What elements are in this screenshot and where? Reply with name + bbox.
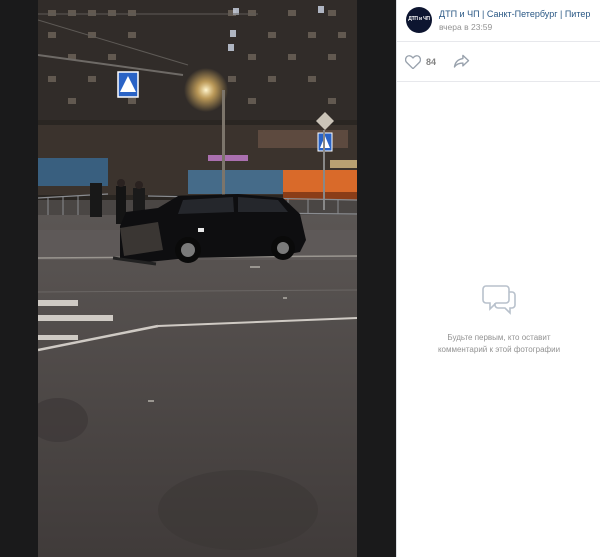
heart-icon — [405, 55, 421, 69]
like-button[interactable]: 84 — [405, 54, 436, 70]
comments-empty-state: Будьте первым, кто оставит комментарий к… — [397, 283, 600, 356]
like-count: 84 — [426, 57, 437, 67]
comments-empty-line1: Будьте первым, кто оставит — [447, 333, 551, 342]
chat-bubble-icon — [482, 285, 516, 315]
post-timestamp[interactable]: вчера в 23:59 — [439, 22, 492, 32]
share-icon — [453, 54, 470, 68]
share-button[interactable] — [453, 54, 470, 73]
post-actions: 84 — [397, 42, 600, 82]
group-avatar[interactable]: ДТП и ЧП — [406, 7, 432, 33]
post-photo[interactable] — [38, 0, 357, 557]
photo-viewer-backdrop — [0, 0, 396, 557]
group-name-link[interactable]: ДТП и ЧП | Санкт-Петербург | Питер — [439, 9, 597, 19]
avatar-logo-text: ДТП и ЧП — [408, 16, 430, 22]
comments-empty-text: Будьте первым, кто оставит комментарий к… — [397, 332, 600, 356]
photo-info-panel: ДТП и ЧП ДТП и ЧП | Санкт-Петербург | Пи… — [396, 0, 600, 557]
post-header: ДТП и ЧП ДТП и ЧП | Санкт-Петербург | Пи… — [397, 0, 600, 42]
night-street-accident-image — [38, 0, 357, 557]
comments-empty-line2: комментарий к этой фотографии — [437, 345, 561, 354]
